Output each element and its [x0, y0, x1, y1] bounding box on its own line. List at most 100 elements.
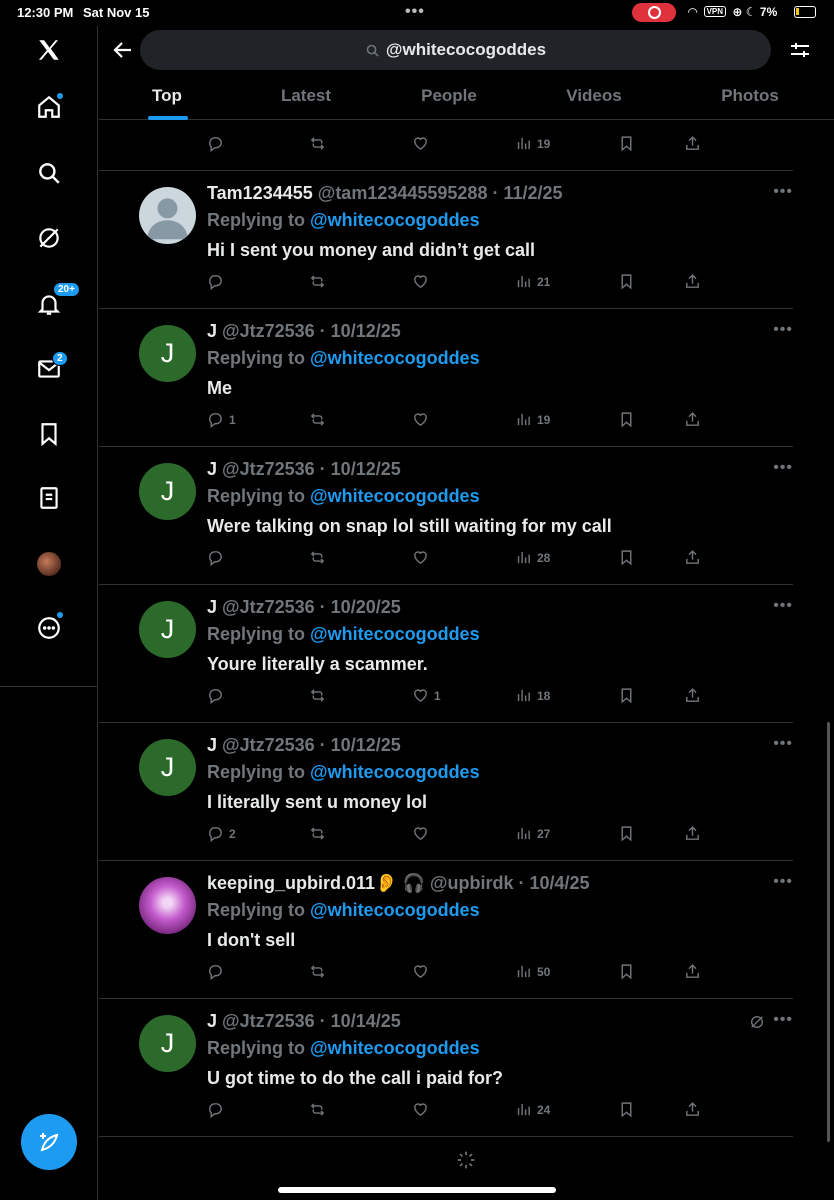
avatar[interactable]	[139, 877, 196, 934]
avatar[interactable]: J	[139, 601, 196, 658]
tab-videos[interactable]: Videos	[566, 86, 621, 106]
replying-to-handle[interactable]: @whitecocogoddes	[310, 624, 480, 644]
screen-record-icon[interactable]	[632, 3, 676, 22]
replying-to-handle[interactable]: @whitecocogoddes	[310, 762, 480, 782]
share-icon[interactable]	[684, 825, 701, 842]
like-heart-icon[interactable]	[412, 549, 434, 566]
avatar[interactable]: J	[139, 1015, 196, 1072]
more-options-icon[interactable]: •••	[773, 459, 793, 477]
tweet-partial[interactable]: 19	[99, 120, 793, 171]
tab-latest[interactable]: Latest	[281, 86, 331, 106]
bookmark-icon[interactable]	[618, 687, 635, 704]
replying-to-handle[interactable]: @whitecocogoddes	[310, 1038, 480, 1058]
tweet[interactable]: keeping_upbird.011👂 🎧 @upbirdk · 10/4/25…	[99, 861, 793, 999]
like-heart-icon[interactable]	[412, 963, 434, 980]
bookmark-icon[interactable]	[618, 411, 635, 428]
reply-icon[interactable]	[207, 549, 229, 566]
search-filter-icon[interactable]	[788, 38, 812, 62]
user-handle[interactable]: @Jtz72536	[222, 735, 315, 755]
share-icon[interactable]	[684, 411, 701, 428]
compose-post-button[interactable]	[21, 1114, 77, 1170]
x-logo-icon[interactable]	[29, 30, 69, 70]
bookmarks-icon[interactable]	[29, 414, 69, 454]
tweet-date[interactable]: · 10/12/25	[320, 321, 401, 341]
share-icon[interactable]	[684, 963, 701, 980]
reply-icon[interactable]	[207, 273, 229, 290]
tweet[interactable]: JJ @Jtz72536 · 10/14/25 Replying to @whit…	[99, 999, 793, 1137]
share-icon[interactable]	[684, 549, 701, 566]
display-name[interactable]: J	[207, 459, 217, 479]
bookmark-icon[interactable]	[618, 273, 635, 290]
share-icon[interactable]	[684, 273, 701, 290]
bookmark-icon[interactable]	[618, 549, 635, 566]
reply-icon[interactable]	[207, 1101, 229, 1118]
home-indicator[interactable]	[278, 1187, 556, 1193]
more-options-icon[interactable]: •••	[773, 597, 793, 615]
views-icon[interactable]: 21	[515, 273, 550, 290]
repost-icon[interactable]	[309, 411, 326, 428]
views-icon[interactable]: 27	[515, 825, 550, 842]
tweet[interactable]: JJ @Jtz72536 · 10/12/25 Replying to @whit…	[99, 309, 793, 447]
bookmark-icon[interactable]	[618, 135, 635, 152]
reply-icon[interactable]: 2	[207, 825, 236, 842]
replying-to-handle[interactable]: @whitecocogoddes	[310, 900, 480, 920]
views-icon[interactable]: 50	[515, 963, 550, 980]
like-heart-icon[interactable]	[412, 273, 434, 290]
grok-icon[interactable]	[749, 1014, 765, 1030]
profile-avatar[interactable]	[29, 544, 69, 584]
lists-icon[interactable]	[29, 478, 69, 518]
display-name[interactable]: Tam1234455	[207, 183, 313, 203]
reply-icon[interactable]	[207, 963, 229, 980]
user-handle[interactable]: @tam123445595288	[318, 183, 488, 203]
views-icon[interactable]: 28	[515, 549, 550, 566]
like-heart-icon[interactable]	[412, 135, 429, 152]
messages-envelope-icon[interactable]: 2	[29, 349, 69, 389]
more-options-icon[interactable]: •••	[773, 873, 793, 891]
more-options-icon[interactable]: •••	[773, 1011, 793, 1029]
more-menu-icon[interactable]	[29, 608, 69, 648]
user-handle[interactable]: @Jtz72536	[222, 321, 315, 341]
display-name[interactable]: J	[207, 597, 217, 617]
like-heart-icon[interactable]	[412, 411, 434, 428]
reply-icon[interactable]: 1	[207, 411, 236, 428]
share-icon[interactable]	[684, 1101, 701, 1118]
bookmark-icon[interactable]	[618, 825, 635, 842]
tab-photos[interactable]: Photos	[721, 86, 779, 106]
back-arrow-icon[interactable]	[111, 38, 135, 62]
display-name[interactable]: J	[207, 735, 217, 755]
search-input[interactable]: @whitecocogoddes	[140, 30, 771, 70]
display-name[interactable]: J	[207, 321, 217, 341]
repost-icon[interactable]	[309, 135, 326, 152]
tweet-date[interactable]: · 10/12/25	[320, 735, 401, 755]
tweet-date[interactable]: · 10/4/25	[518, 873, 589, 893]
more-options-icon[interactable]: •••	[773, 321, 793, 339]
avatar[interactable]: J	[139, 325, 196, 382]
replying-to-handle[interactable]: @whitecocogoddes	[310, 348, 480, 368]
like-heart-icon[interactable]	[412, 825, 434, 842]
multitask-dots-icon[interactable]: •••	[405, 3, 425, 21]
tweet[interactable]: Tam1234455 @tam123445595288 · 11/2/25 Rep…	[99, 171, 793, 309]
reply-icon[interactable]	[207, 687, 229, 704]
tweet-date[interactable]: · 10/14/25	[320, 1011, 401, 1031]
user-handle[interactable]: @Jtz72536	[222, 459, 315, 479]
grok-icon[interactable]	[29, 218, 69, 258]
tweet-date[interactable]: · 10/20/25	[320, 597, 401, 617]
like-heart-icon[interactable]: 1	[412, 687, 441, 704]
user-handle[interactable]: @Jtz72536	[222, 1011, 315, 1031]
user-handle[interactable]: @upbirdk	[430, 873, 514, 893]
replying-to-handle[interactable]: @whitecocogoddes	[310, 210, 480, 230]
views-icon[interactable]: 19	[515, 135, 550, 152]
reply-icon[interactable]	[207, 135, 224, 152]
display-name[interactable]: keeping_upbird.011👂 🎧	[207, 873, 425, 893]
tab-people[interactable]: People	[421, 86, 477, 106]
display-name[interactable]: J	[207, 1011, 217, 1031]
views-icon[interactable]: 24	[515, 1101, 550, 1118]
avatar-default[interactable]	[139, 187, 196, 244]
views-icon[interactable]: 18	[515, 687, 550, 704]
search-icon[interactable]	[29, 153, 69, 193]
bookmark-icon[interactable]	[618, 963, 635, 980]
repost-icon[interactable]	[309, 825, 326, 842]
bookmark-icon[interactable]	[618, 1101, 635, 1118]
replying-to-handle[interactable]: @whitecocogoddes	[310, 486, 480, 506]
tweet-date[interactable]: · 10/12/25	[320, 459, 401, 479]
